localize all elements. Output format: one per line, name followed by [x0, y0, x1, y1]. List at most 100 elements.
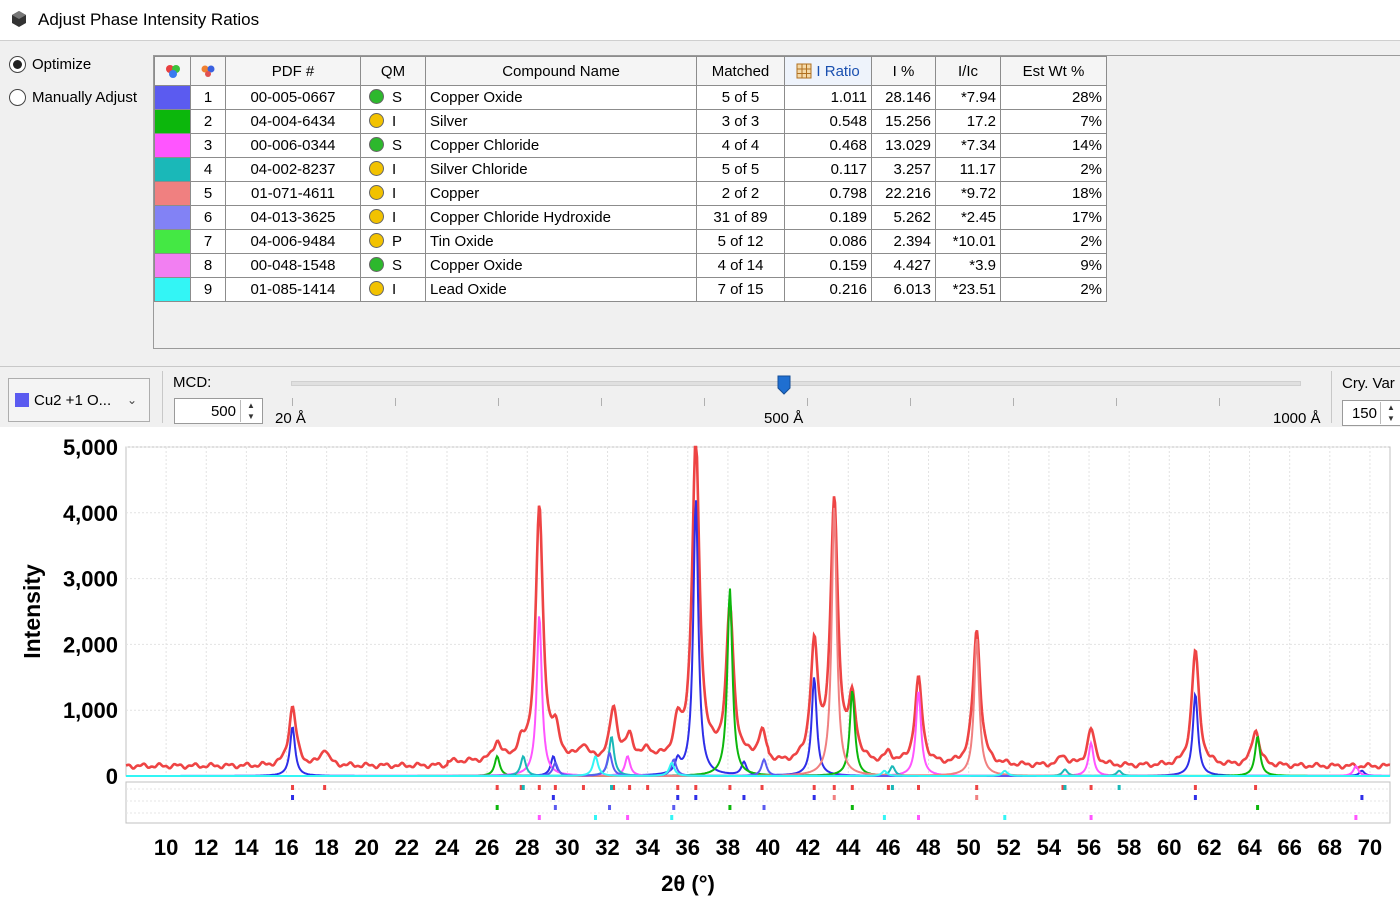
intensity-percent: 15.256: [871, 109, 936, 134]
phase-color-swatch[interactable]: [155, 230, 190, 253]
phase-color-swatch[interactable]: [155, 158, 190, 181]
phase-color-swatch: [15, 393, 29, 407]
reference-stick: [812, 785, 816, 790]
reference-stick: [694, 795, 698, 800]
reference-stick: [1360, 795, 1364, 800]
compound-column-header[interactable]: Compound Name: [425, 56, 697, 86]
x-tick-label: 48: [916, 835, 940, 860]
title-bar: Adjust Phase Intensity Ratios: [0, 0, 1400, 41]
cry-var-spinner[interactable]: 150 ▲ ▼: [1342, 400, 1400, 426]
table-row[interactable]: 1 00-005-0667 S Copper Oxide 5 of 5 1.011 28.1…: [154, 85, 1107, 110]
cry-var-value: 150: [1351, 405, 1377, 422]
phase-table-panel: Optimize Manually Adjust PDF # QM Compou…: [0, 41, 1400, 367]
mcd-spinner-buttons[interactable]: ▲ ▼: [240, 400, 261, 422]
phase-color-swatch[interactable]: [155, 206, 190, 229]
phase-color-swatch[interactable]: [155, 134, 190, 157]
index-column-header[interactable]: [190, 56, 226, 86]
manually-adjust-radio[interactable]: Manually Adjust: [9, 89, 137, 106]
x-tick-label: 60: [1157, 835, 1181, 860]
iratio-column-header[interactable]: I Ratio: [784, 56, 872, 86]
table-row[interactable]: 8 00-048-1548 S Copper Oxide 4 of 14 0.159 4.4…: [154, 253, 1107, 278]
pdf-column-header[interactable]: PDF #: [225, 56, 361, 86]
phase-selector-dropdown[interactable]: Cu2 +1 O... ⌄: [8, 378, 150, 422]
phase-color-swatch[interactable]: [155, 86, 190, 109]
quality-mark-label: I: [392, 161, 397, 178]
x-tick-label: 68: [1318, 835, 1342, 860]
y-axis-label: Intensity: [19, 564, 45, 659]
table-row[interactable]: 5 01-071-4611 I Copper 2 of 2 0.798 22.216 *9.7…: [154, 181, 1107, 206]
matched-column-header[interactable]: Matched: [696, 56, 785, 86]
chevron-down-icon: ⌄: [127, 393, 138, 407]
qm-column-header[interactable]: QM: [360, 56, 426, 86]
phase-table-container: PDF # QM Compound Name Matched I Ratio I…: [153, 55, 1400, 349]
phase-color-swatch[interactable]: [155, 110, 190, 133]
table-row[interactable]: 7 04-006-9484 P Tin Oxide 5 of 12 0.086 2.394 *…: [154, 229, 1107, 254]
x-tick-label: 52: [997, 835, 1021, 860]
reference-stick: [1354, 815, 1358, 820]
est-weight-percent: 14%: [1000, 133, 1107, 158]
cry-spinner-buttons[interactable]: ▲ ▼: [1380, 402, 1400, 424]
mcd-spinner[interactable]: 500 ▲ ▼: [174, 398, 263, 424]
app-icon: [12, 11, 26, 27]
y-tick-label: 1,000: [63, 698, 118, 723]
x-tick-label: 58: [1117, 835, 1141, 860]
table-row[interactable]: 9 01-085-1414 I Lead Oxide 7 of 15 0.216 6.013…: [154, 277, 1107, 302]
i-over-ic: *10.01: [935, 229, 1001, 254]
phase-color-swatch[interactable]: [155, 182, 190, 205]
reference-strip: [125, 781, 1391, 824]
diffraction-chart[interactable]: 0 1,000 2,000 3,000 4,000 5,000 Intensity 10 12 1…: [0, 427, 1400, 906]
mcd-slider-thumb[interactable]: [777, 375, 791, 395]
table-row[interactable]: 3 00-006-0344 S Copper Chloride 4 of 4 0.468 1…: [154, 133, 1107, 158]
optimize-radio[interactable]: Optimize: [9, 56, 91, 73]
i-over-ic: *7.94: [935, 85, 1001, 110]
color-column-header[interactable]: [154, 56, 191, 86]
reference-stick: [626, 815, 630, 820]
i-over-ic: *23.51: [935, 277, 1001, 302]
color-palette-icon: [165, 64, 180, 78]
x-tick-label: 66: [1277, 835, 1301, 860]
reference-stick: [291, 795, 295, 800]
phase-color-swatch[interactable]: [155, 278, 190, 301]
slider-tick: [395, 398, 396, 406]
pdf-number: 04-002-8237: [225, 157, 361, 182]
i-over-ic: *3.9: [935, 253, 1001, 278]
table-row[interactable]: 4 04-002-8237 I Silver Chloride 5 of 5 0.117 3…: [154, 157, 1107, 182]
table-row[interactable]: 6 04-013-3625 I Copper Chloride Hydroxide 31…: [154, 205, 1107, 230]
reference-stick: [676, 795, 680, 800]
reference-stick: [593, 815, 597, 820]
qm-cell: S: [360, 133, 426, 158]
intensity-ratio: 0.189: [784, 205, 872, 230]
reference-stick: [1254, 785, 1258, 790]
slider-max-label: 1000 Å: [1273, 410, 1321, 427]
quality-mark-icon: [369, 137, 384, 152]
divider: [162, 371, 163, 423]
x-tick-label: 50: [956, 835, 980, 860]
intensity-ratio: 0.086: [784, 229, 872, 254]
estwt-column-header[interactable]: Est Wt %: [1000, 56, 1107, 86]
matched-count: 4 of 14: [696, 253, 785, 278]
slider-tick: [498, 398, 499, 406]
iic-column-header[interactable]: I/Ic: [935, 56, 1001, 86]
reference-stick: [610, 785, 614, 790]
reference-stick: [323, 785, 327, 790]
spin-down-icon[interactable]: ▼: [1381, 413, 1400, 424]
est-weight-percent: 2%: [1000, 277, 1107, 302]
spin-up-icon[interactable]: ▲: [241, 400, 261, 411]
mcd-slider-track[interactable]: [291, 381, 1301, 386]
table-row[interactable]: 2 04-004-6434 I Silver 3 of 3 0.548 15.256 17.2…: [154, 109, 1107, 134]
row-index: 5: [190, 181, 226, 206]
radio-selected-icon: [9, 56, 26, 73]
quality-mark-label: P: [392, 233, 403, 250]
pdf-number: 00-005-0667: [225, 85, 361, 110]
reference-stick: [728, 805, 732, 810]
phase-color-swatch[interactable]: [155, 254, 190, 277]
spin-up-icon[interactable]: ▲: [1381, 402, 1400, 413]
spin-down-icon[interactable]: ▼: [241, 411, 261, 422]
x-tick-label: 38: [716, 835, 740, 860]
ipct-column-header[interactable]: I %: [871, 56, 936, 86]
est-weight-percent: 2%: [1000, 229, 1107, 254]
slider-tick: [807, 398, 808, 406]
matched-count: 7 of 15: [696, 277, 785, 302]
quality-mark-label: I: [392, 185, 397, 202]
reference-stick: [812, 795, 816, 800]
